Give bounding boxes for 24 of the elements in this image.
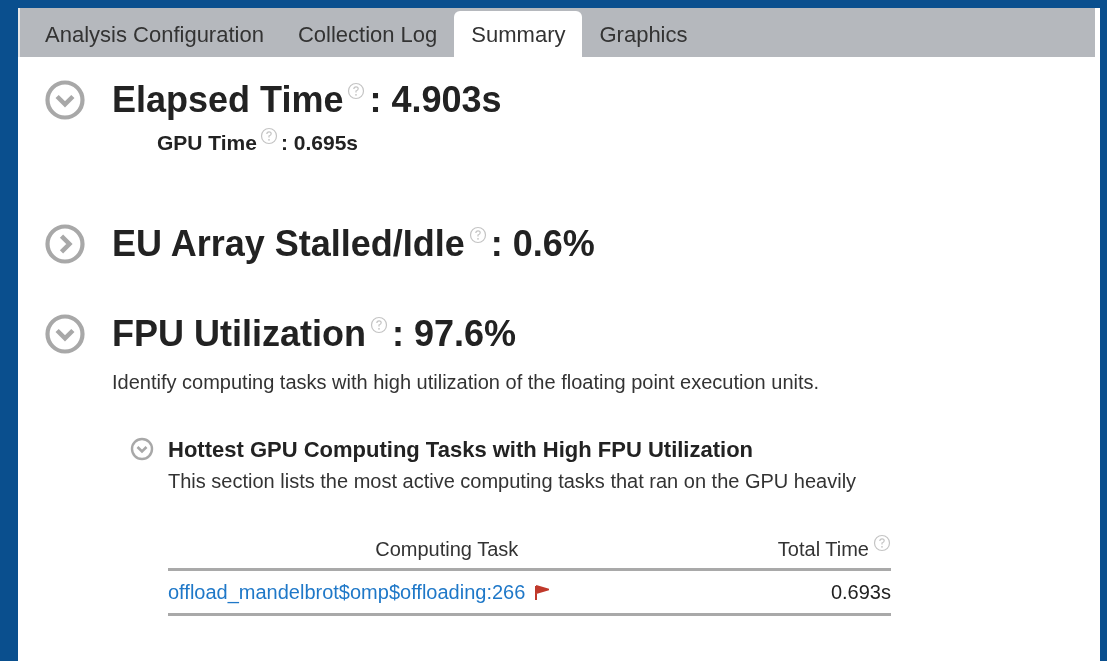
- tab[interactable]: Graphics: [582, 11, 705, 57]
- help-icon[interactable]: [873, 533, 891, 552]
- help-icon[interactable]: [370, 315, 388, 334]
- column-header[interactable]: Total Time: [777, 537, 869, 560]
- section-heading: Elapsed Time : 4.903s: [112, 82, 502, 118]
- help-icon[interactable]: [347, 82, 366, 100]
- section-heading: FPU Utilization : 97.6%: [112, 315, 517, 352]
- help-icon[interactable]: [260, 127, 278, 145]
- expand-chevron-icon[interactable]: [44, 222, 86, 265]
- subsection-description: This section lists the most active computing tasks that ran on the GPU heavily: [168, 468, 858, 494]
- tab[interactable]: Analysis Configuration: [28, 11, 281, 57]
- section-heading: EU Array Stalled/Idle : 0.6%: [112, 225, 595, 262]
- tab[interactable]: Summary: [454, 11, 583, 57]
- collapse-chevron-icon[interactable]: [130, 437, 154, 461]
- metric-label: GPU Time : 0.695s: [157, 127, 1100, 159]
- tab[interactable]: Collection Log: [280, 11, 455, 57]
- collapse-chevron-icon[interactable]: [44, 79, 86, 121]
- subsection-heading: Hottest GPU Computing Tasks with High FPU Utilization: [168, 435, 754, 464]
- section-description: Identify computing tasks with high utilization of the floating point execution units.: [112, 369, 821, 395]
- task-link[interactable]: offload_mandelbrot$omp$offloading:266: [168, 580, 526, 603]
- help-icon[interactable]: [468, 225, 487, 244]
- collapse-chevron-icon[interactable]: [44, 312, 86, 355]
- table-cell: 0.693s: [725, 569, 891, 614]
- column-header[interactable]: Computing Task: [168, 533, 726, 569]
